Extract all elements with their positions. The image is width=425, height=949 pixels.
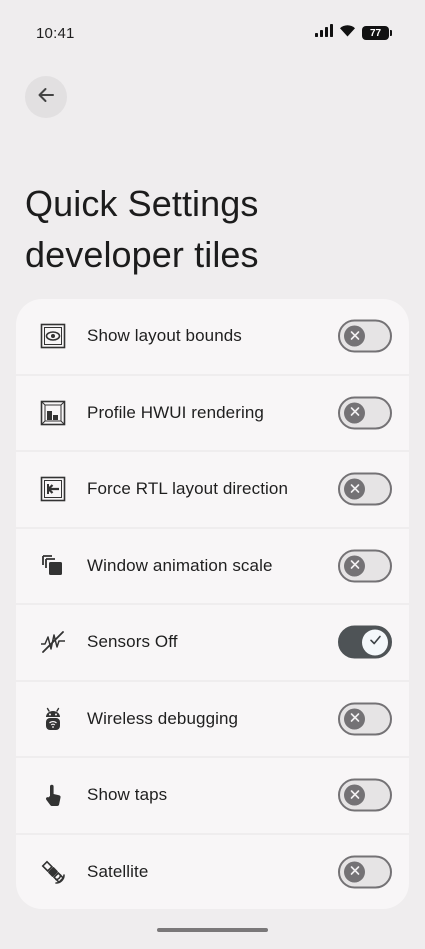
window-animation-icon (40, 553, 66, 579)
signal-icon (315, 24, 333, 42)
switch-thumb (344, 708, 365, 730)
switch-thumb (344, 402, 365, 424)
force-rtl-toggle[interactable] (338, 472, 392, 506)
close-icon (350, 786, 360, 804)
close-icon (350, 404, 360, 422)
tile-row-satellite[interactable]: Satellite (16, 834, 409, 909)
show-taps-toggle[interactable] (338, 778, 392, 812)
battery-level: 77 (369, 27, 382, 39)
wireless-debugging-toggle[interactable] (338, 702, 392, 736)
page-title-line2: developer tiles (25, 234, 259, 275)
tile-label: Sensors Off (87, 632, 178, 652)
close-icon (350, 480, 360, 498)
status-icons: 77 (315, 24, 392, 42)
tile-row-wireless-debugging[interactable]: Wireless debugging (16, 681, 409, 756)
tile-row-show-layout-bounds[interactable]: Show layout bounds (16, 299, 409, 374)
profile-hwui-toggle[interactable] (338, 396, 392, 430)
tile-label: Satellite (87, 861, 149, 881)
tile-row-sensors-off[interactable]: Sensors Off (16, 605, 409, 680)
tile-label: Wireless debugging (87, 708, 239, 728)
developer-tiles-list: Show layout bounds Profile HWUI renderin… (16, 299, 409, 909)
tile-row-profile-hwui[interactable]: Profile HWUI rendering (16, 375, 409, 450)
tile-row-show-taps[interactable]: Show taps (16, 758, 409, 833)
back-button[interactable] (25, 76, 67, 118)
tile-label: Show taps (87, 785, 168, 805)
status-bar: 10:41 77 (0, 0, 425, 66)
tile-row-force-rtl[interactable]: Force RTL layout direction (16, 452, 409, 527)
touch-icon (40, 782, 66, 808)
window-animation-toggle[interactable] (338, 549, 392, 583)
switch-thumb (344, 861, 365, 883)
switch-thumb (362, 629, 388, 656)
page-title-line1: Quick Settings (25, 183, 259, 224)
check-icon (369, 634, 382, 652)
arrow-back-icon (36, 85, 56, 110)
tile-label: Profile HWUI rendering (87, 402, 264, 422)
satellite-toggle[interactable] (338, 855, 392, 889)
tile-label: Show layout bounds (87, 326, 242, 346)
layout-bounds-icon (40, 323, 66, 349)
sensors-off-icon (40, 629, 66, 655)
status-time: 10:41 (36, 25, 75, 42)
switch-thumb (344, 784, 365, 806)
page-title: Quick Settings developer tiles (25, 178, 405, 280)
close-icon (350, 710, 360, 728)
rtl-direction-icon (40, 476, 66, 502)
close-icon (350, 327, 360, 345)
home-indicator[interactable] (157, 928, 268, 932)
battery-icon: 77 (362, 26, 392, 40)
show-layout-bounds-toggle[interactable] (338, 319, 392, 353)
hwui-profile-icon (40, 400, 66, 426)
switch-thumb (344, 478, 365, 500)
tile-label: Force RTL layout direction (87, 479, 289, 499)
wireless-debugging-icon (40, 706, 66, 732)
wifi-icon (339, 24, 356, 42)
satellite-icon (40, 859, 66, 885)
close-icon (350, 557, 360, 575)
tile-row-window-animation[interactable]: Window animation scale (16, 528, 409, 603)
sensors-off-toggle[interactable] (338, 625, 392, 659)
switch-thumb (344, 555, 365, 577)
tile-label: Window animation scale (87, 555, 273, 575)
close-icon (350, 863, 360, 881)
switch-thumb (344, 325, 365, 347)
